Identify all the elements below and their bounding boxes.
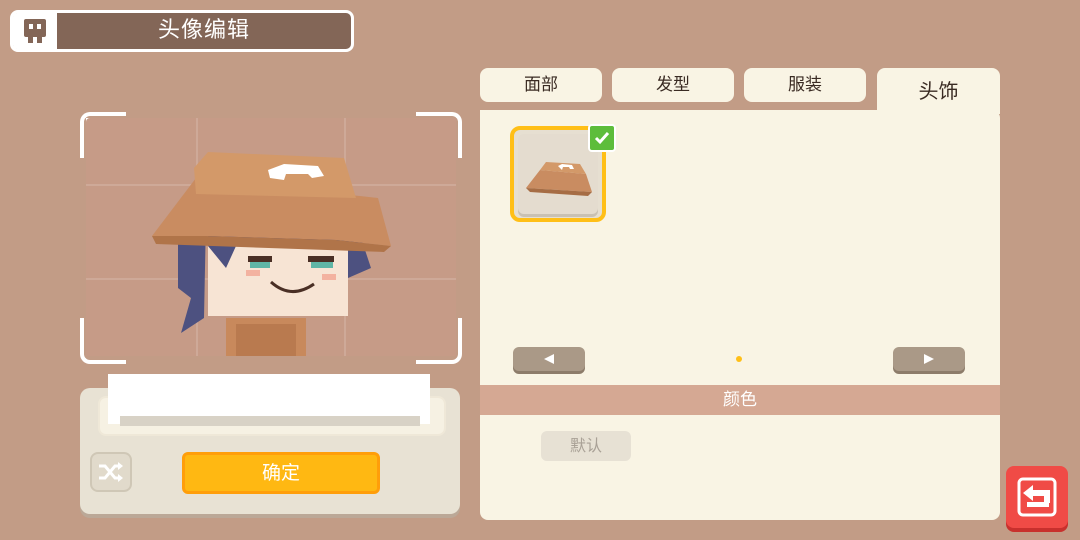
confirm-button[interactable]: 确定	[182, 452, 380, 494]
page-title: 头像编辑	[157, 18, 250, 43]
tab-face[interactable]: 面部	[480, 68, 602, 102]
shuffle-icon	[99, 462, 123, 482]
selected-check-icon	[588, 124, 616, 152]
page-indicator-dot	[736, 356, 742, 362]
title-bar: 头像编辑	[10, 10, 354, 52]
return-arrow-icon	[1017, 477, 1057, 517]
frame-corner-br	[416, 318, 462, 364]
tab-clothing[interactable]: 服装	[744, 68, 866, 102]
frame-corner-tl	[80, 112, 126, 158]
back-button[interactable]	[1006, 466, 1068, 528]
hat-icon	[526, 162, 592, 196]
default-color-button[interactable]: 默认	[541, 431, 631, 461]
name-input-underline	[120, 416, 420, 426]
avatar-character	[152, 152, 391, 356]
tab-hairstyle[interactable]: 发型	[612, 68, 734, 102]
frame-corner-bl	[80, 318, 126, 364]
avatar-preview	[86, 118, 456, 356]
items-panel: 颜色 默认	[480, 110, 1000, 520]
avatar-face-icon	[13, 13, 57, 49]
shuffle-button[interactable]	[90, 452, 132, 492]
arrow-left-icon	[544, 354, 554, 364]
prev-page-button[interactable]	[513, 347, 585, 371]
arrow-right-icon	[924, 354, 934, 364]
frame-corner-tr	[416, 112, 462, 158]
next-page-button[interactable]	[893, 347, 965, 371]
color-section-header: 颜色	[480, 385, 1000, 415]
tab-headwear[interactable]: 头饰	[877, 68, 1000, 114]
